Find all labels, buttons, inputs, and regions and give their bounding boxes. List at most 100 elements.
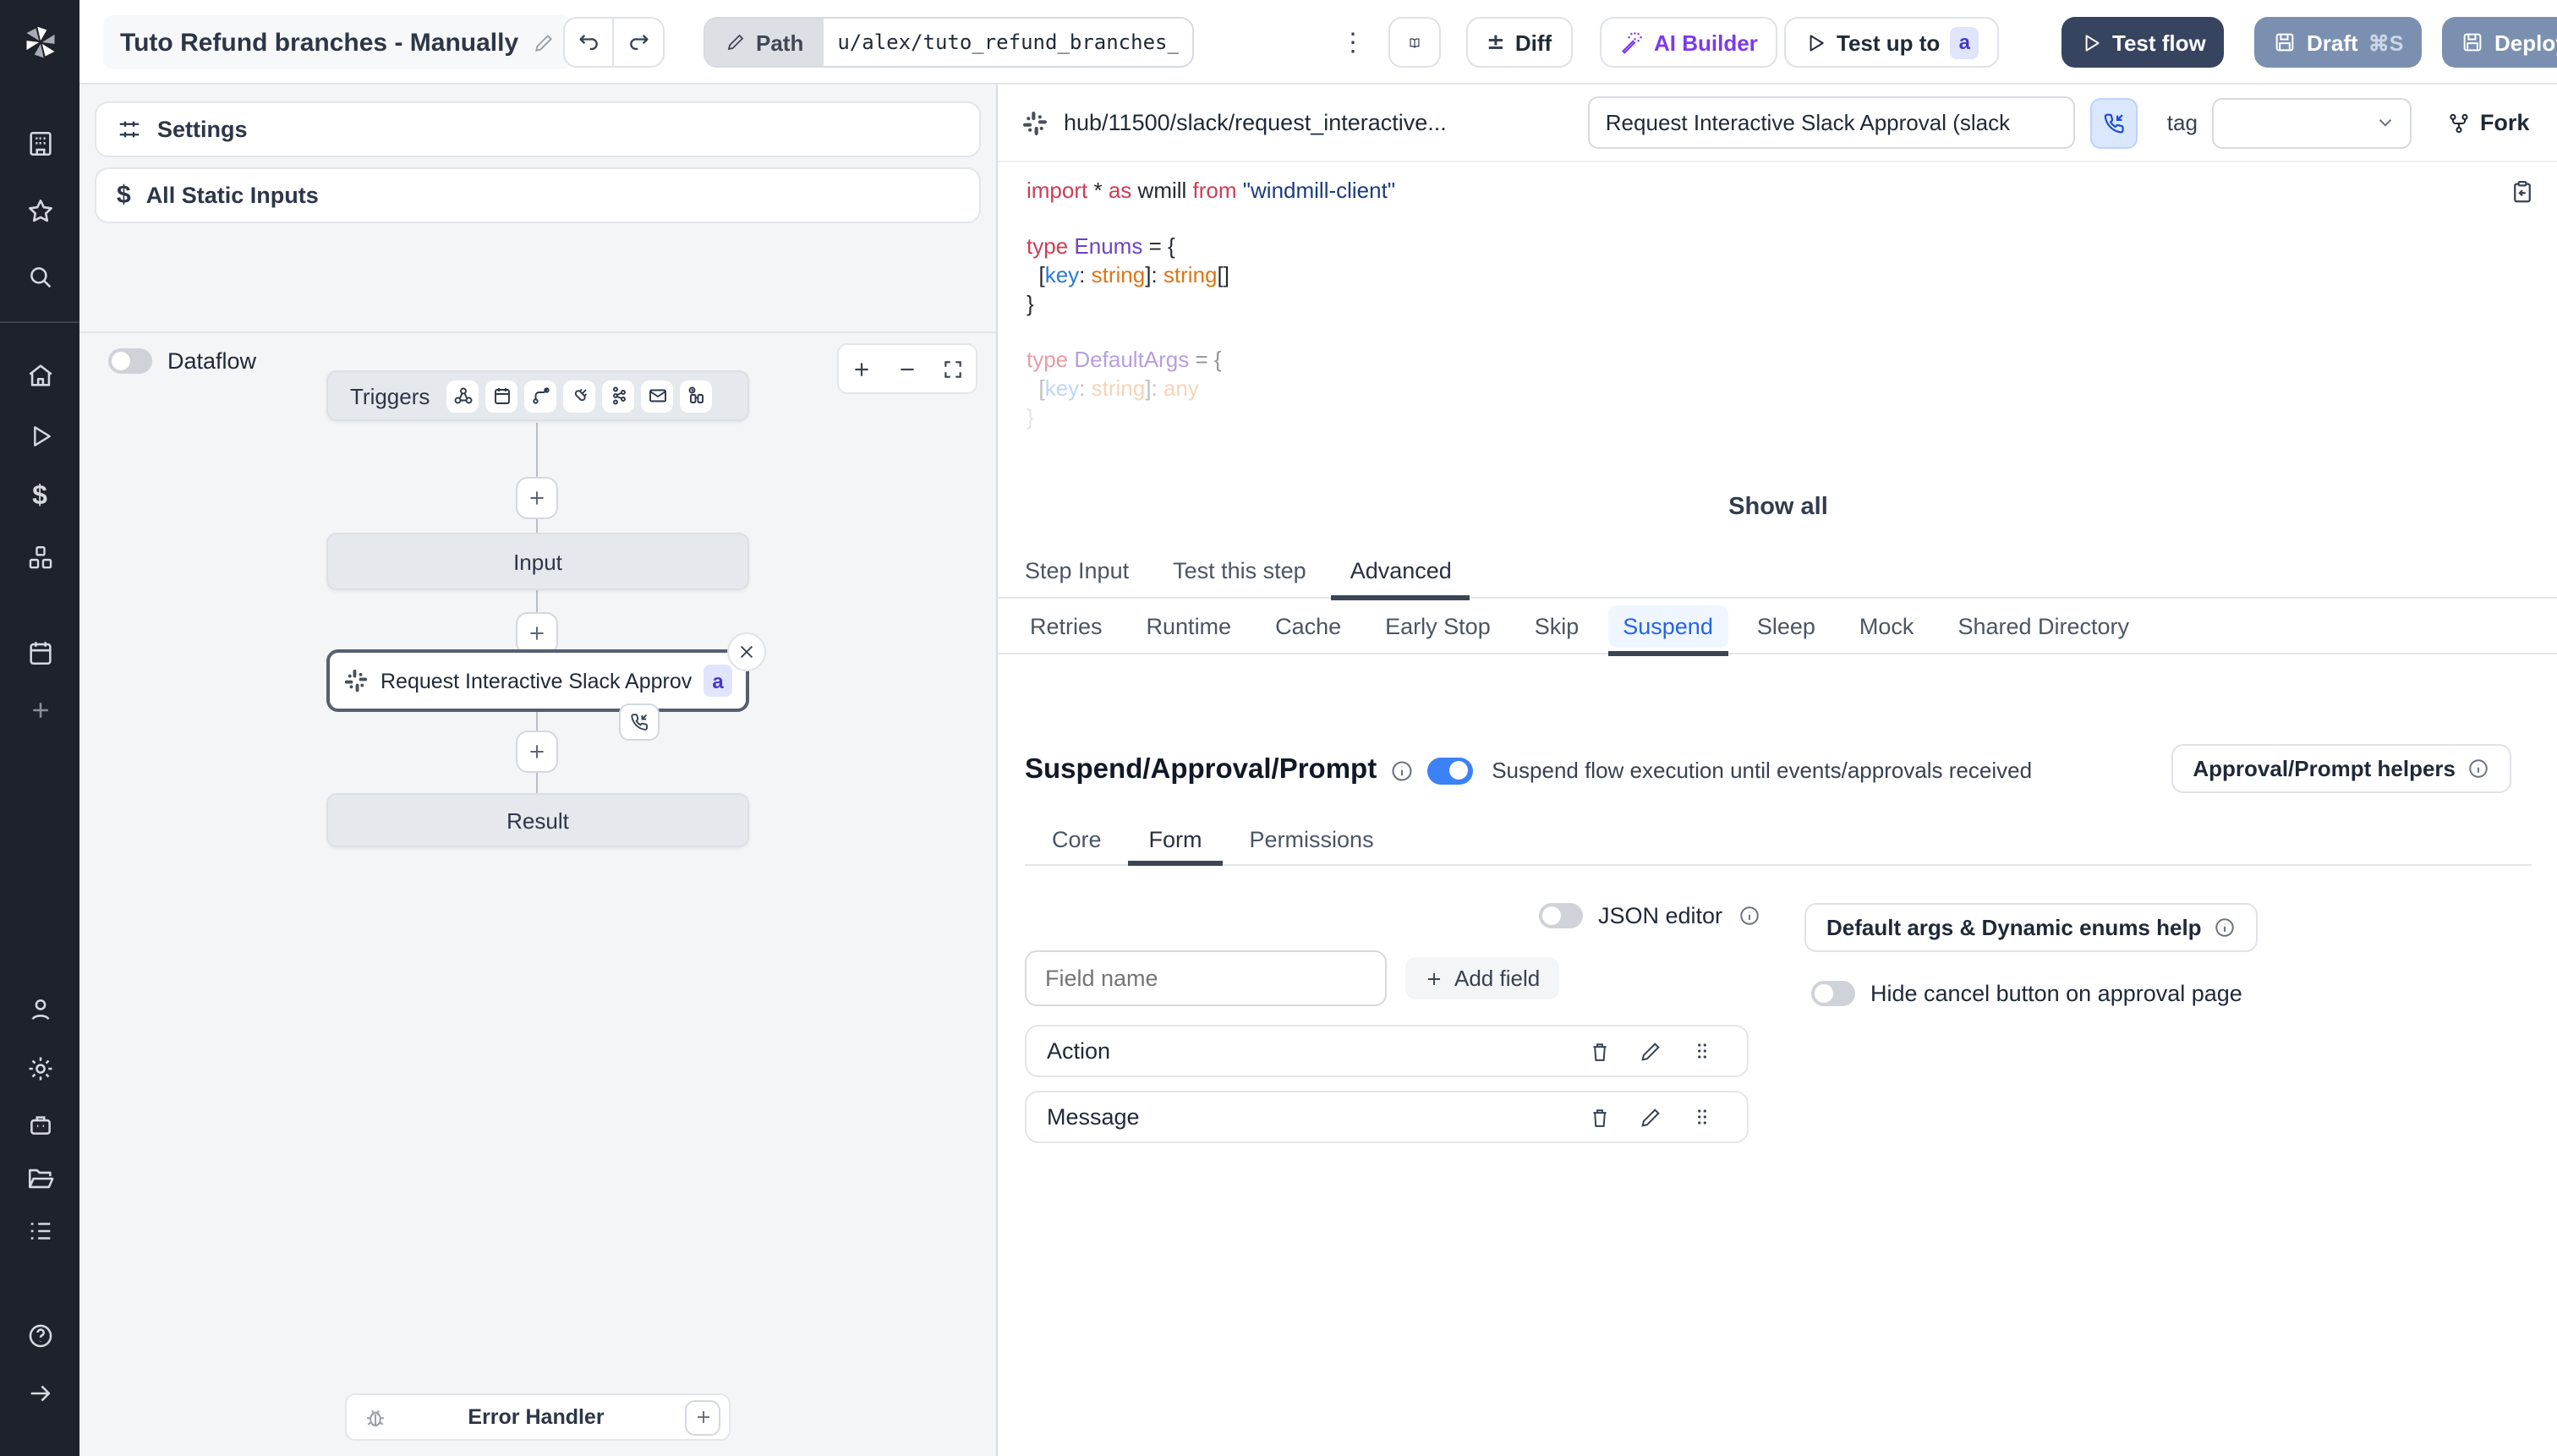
subtab-skip[interactable]: Skip: [1519, 598, 1595, 654]
json-editor-toggle[interactable]: [1539, 903, 1583, 928]
suspend-enable-toggle[interactable]: [1427, 757, 1474, 784]
workspace-icon[interactable]: [25, 129, 54, 158]
workers-robot-icon[interactable]: [25, 1110, 54, 1139]
zoom-out-button[interactable]: [884, 345, 930, 392]
info-icon[interactable]: [1738, 905, 1760, 927]
subtab-early-stop[interactable]: Early Stop: [1370, 598, 1506, 654]
resources-cubes-icon[interactable]: [25, 544, 54, 572]
insert-step-button[interactable]: [516, 731, 558, 773]
subtab-shared-directory[interactable]: Shared Directory: [1942, 598, 2144, 654]
hide-cancel-toggle[interactable]: [1811, 981, 1855, 1006]
dataflow-toggle[interactable]: [108, 348, 152, 374]
drag-handle-icon[interactable]: [1676, 1040, 1727, 1062]
undo-button[interactable]: [563, 17, 614, 68]
all-static-inputs-button[interactable]: $ All Static Inputs: [95, 167, 981, 223]
add-plus-icon[interactable]: [27, 698, 52, 723]
logs-list-icon[interactable]: [25, 1217, 54, 1245]
add-error-handler-button[interactable]: [685, 1399, 720, 1435]
flow-settings-button[interactable]: Settings: [95, 101, 981, 157]
undo-redo-group: [563, 17, 665, 68]
triggers-node[interactable]: Triggers: [326, 370, 749, 421]
tag-select[interactable]: [2212, 97, 2412, 148]
step-id-badge: a: [704, 665, 732, 697]
subtab-sleep[interactable]: Sleep: [1742, 598, 1831, 654]
tab-core[interactable]: Core: [1052, 815, 1102, 864]
webhook-icon[interactable]: [446, 380, 479, 412]
websocket-plug-icon[interactable]: [563, 380, 596, 412]
favorites-star-icon[interactable]: [25, 197, 54, 226]
deploy-button[interactable]: Deploy: [2442, 17, 2557, 68]
delete-field-icon[interactable]: [1574, 1039, 1625, 1063]
expand-sidebar-icon[interactable]: [25, 1379, 54, 1408]
code-editor[interactable]: import * as wmill from "windmill-client"…: [998, 162, 2557, 545]
windmill-logo[interactable]: [21, 24, 58, 61]
suspend-phone-indicator-icon[interactable]: [619, 703, 660, 741]
more-options-kebab-icon[interactable]: ⋮: [1334, 17, 1372, 68]
remove-step-button[interactable]: [727, 632, 766, 671]
drag-handle-icon[interactable]: [1676, 1106, 1727, 1128]
tab-step-input[interactable]: Step Input: [1025, 544, 1129, 598]
edit-field-icon[interactable]: [1625, 1105, 1676, 1129]
test-flow-button[interactable]: Test flow: [2061, 17, 2225, 68]
kafka-icon[interactable]: [602, 380, 635, 412]
http-route-icon[interactable]: [524, 380, 557, 412]
redo-button[interactable]: [614, 17, 665, 68]
insert-step-button[interactable]: [516, 477, 558, 519]
path-input[interactable]: [824, 19, 1193, 66]
poll-watch-icon[interactable]: [680, 380, 713, 412]
clipboard-paste-icon[interactable]: [2510, 179, 2535, 205]
home-icon[interactable]: [25, 361, 54, 390]
edit-title-pencil-icon[interactable]: [532, 31, 554, 53]
runs-play-icon[interactable]: [26, 423, 53, 450]
field-name-input[interactable]: [1025, 950, 1387, 1006]
docs-book-button[interactable]: [1388, 17, 1441, 68]
code-line: [key: string]: any: [1027, 375, 1199, 401]
subtab-runtime[interactable]: Runtime: [1131, 598, 1247, 654]
zoom-in-button[interactable]: [839, 345, 884, 392]
ai-builder-button[interactable]: AI Builder: [1600, 17, 1778, 68]
schedule-icon[interactable]: [485, 380, 518, 412]
step-name-input[interactable]: [1588, 96, 2076, 149]
form-field-row-action[interactable]: Action: [1025, 1025, 1749, 1077]
settings-gear-icon[interactable]: [25, 1054, 54, 1083]
folders-icon[interactable]: [25, 1164, 54, 1193]
help-icon[interactable]: [25, 1322, 54, 1350]
suspend-phone-button[interactable]: [2090, 97, 2138, 148]
default-args-help-button[interactable]: Default args & Dynamic enums help: [1804, 903, 2258, 952]
search-icon[interactable]: [25, 263, 54, 292]
tab-test-this-step[interactable]: Test this step: [1173, 544, 1306, 598]
step-node-slack-approval[interactable]: Request Interactive Slack Approval (... …: [326, 649, 749, 712]
form-field-row-message[interactable]: Message: [1025, 1091, 1749, 1143]
subtab-mock[interactable]: Mock: [1844, 598, 1930, 654]
add-field-button[interactable]: Add field: [1405, 957, 1559, 999]
email-icon[interactable]: [641, 380, 674, 412]
edit-field-icon[interactable]: [1625, 1039, 1676, 1063]
tab-form[interactable]: Form: [1128, 815, 1222, 866]
tag-label: tag: [2166, 110, 2198, 135]
subtab-cache[interactable]: Cache: [1260, 598, 1356, 654]
draft-save-button[interactable]: Draft ⌘S: [2254, 17, 2423, 68]
json-editor-label: JSON editor: [1598, 903, 1723, 928]
input-node[interactable]: Input: [326, 533, 749, 590]
error-handler-node[interactable]: Error Handler: [345, 1393, 731, 1441]
tab-advanced[interactable]: Advanced: [1331, 544, 1470, 599]
approval-prompt-helpers-button[interactable]: Approval/Prompt helpers: [2171, 744, 2511, 793]
hub-script-path[interactable]: hub/11500/slack/request_interactive...: [1064, 110, 1447, 135]
tab-permissions[interactable]: Permissions: [1250, 815, 1374, 864]
subtab-suspend[interactable]: Suspend: [1607, 598, 1729, 655]
fit-view-button[interactable]: [930, 345, 976, 392]
diff-button[interactable]: ± Diff: [1466, 17, 1573, 68]
user-icon[interactable]: [25, 995, 54, 1024]
test-up-to-button[interactable]: Test up to a: [1784, 17, 2000, 68]
triggers-label: Triggers: [350, 383, 430, 408]
show-all-button[interactable]: Show all: [998, 494, 2557, 521]
subtab-retries[interactable]: Retries: [1015, 598, 1118, 654]
fork-button[interactable]: Fork: [2448, 110, 2529, 135]
insert-step-button[interactable]: [516, 612, 558, 654]
delete-field-icon[interactable]: [1574, 1105, 1625, 1129]
path-label[interactable]: Path: [705, 19, 824, 66]
schedules-calendar-icon[interactable]: [25, 638, 54, 667]
result-node[interactable]: Result: [326, 793, 749, 847]
info-icon[interactable]: [1390, 758, 1414, 782]
variables-dollar-icon[interactable]: $: [32, 482, 47, 512]
